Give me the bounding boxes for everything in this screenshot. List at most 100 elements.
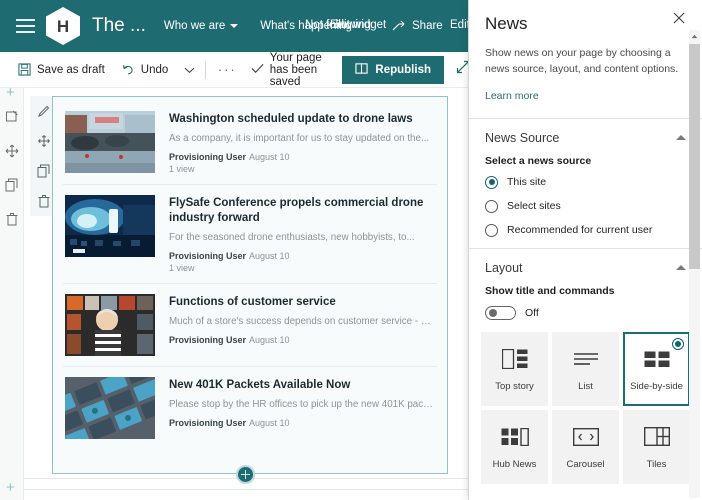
edit-widget-button[interactable]: Edit widget bbox=[330, 19, 386, 31]
share-icon bbox=[392, 20, 405, 31]
panel-scrollbar[interactable] bbox=[689, 30, 700, 498]
news-title[interactable]: Washington scheduled update to drone law… bbox=[169, 112, 435, 128]
top-story-icon bbox=[501, 346, 528, 372]
duplicate-section-icon[interactable] bbox=[5, 178, 19, 197]
news-thumbnail bbox=[65, 293, 155, 356]
news-body: New 401K Packets Available Now Please st… bbox=[169, 377, 435, 439]
republish-icon bbox=[355, 62, 369, 78]
overflow-menu-button[interactable]: ··· bbox=[218, 62, 237, 77]
panel-title: News bbox=[485, 14, 528, 33]
radio-icon-selected bbox=[485, 175, 498, 189]
undo-button[interactable]: Undo bbox=[121, 63, 169, 76]
check-icon bbox=[251, 63, 264, 77]
news-title[interactable]: FlySafe Conference propels commercial dr… bbox=[169, 196, 435, 227]
chevron-up-icon bbox=[676, 135, 686, 140]
carousel-icon bbox=[572, 424, 599, 450]
hamburger-icon[interactable] bbox=[8, 19, 42, 33]
edit-button[interactable]: Edit bbox=[450, 19, 470, 31]
side-by-side-icon bbox=[644, 346, 670, 372]
undo-icon bbox=[121, 63, 135, 76]
learn-more-link[interactable]: Learn more bbox=[485, 90, 539, 102]
move-webpart-icon[interactable] bbox=[37, 134, 51, 148]
scrollbar-thumb[interactable] bbox=[689, 44, 700, 269]
edit-section-icon[interactable] bbox=[5, 110, 19, 129]
radio-select-sites[interactable]: Select sites bbox=[469, 199, 702, 213]
news-views: 1 view bbox=[169, 262, 195, 273]
layout-option-side-by-side[interactable]: Side-by-side bbox=[623, 331, 690, 406]
news-thumbnail bbox=[65, 376, 155, 439]
nav-who-we-are[interactable]: Who we are bbox=[163, 20, 239, 32]
tiles-icon bbox=[643, 424, 670, 450]
news-body: Washington scheduled update to drone law… bbox=[169, 111, 435, 174]
list-item[interactable]: FlySafe Conference propels commercial dr… bbox=[63, 185, 437, 284]
close-icon[interactable] bbox=[670, 12, 688, 30]
layout-section-title: Layout bbox=[485, 260, 523, 275]
radio-icon-selected bbox=[672, 337, 684, 350]
news-source-section-header[interactable]: News Source bbox=[469, 119, 702, 155]
layout-option-list[interactable]: List bbox=[552, 331, 619, 406]
layout-option-list-label: List bbox=[578, 380, 593, 392]
nav-who-we-are-label: Who we are bbox=[163, 20, 226, 32]
news-meta: Provisioning User August 10 bbox=[169, 152, 435, 162]
news-webpart[interactable]: Washington scheduled update to drone law… bbox=[52, 96, 448, 474]
radio-recommended-label: Recommended for current user bbox=[507, 224, 653, 236]
news-author: Provisioning User bbox=[169, 334, 247, 345]
sharepoint-page-editor: H The ... Who we are What's happening No… bbox=[0, 0, 702, 500]
layout-option-tiles[interactable]: Tiles bbox=[623, 409, 690, 484]
delete-section-icon[interactable] bbox=[5, 212, 19, 231]
edit-widget-label: Edit widget bbox=[330, 19, 387, 31]
news-author: Provisioning User bbox=[169, 250, 247, 261]
news-meta: Provisioning User August 10 bbox=[169, 335, 435, 345]
news-list: Washington scheduled update to drone law… bbox=[53, 97, 447, 449]
news-source-section-title: News Source bbox=[485, 130, 560, 145]
news-meta: Provisioning User August 10 bbox=[169, 251, 435, 261]
share-button[interactable]: Share bbox=[392, 19, 443, 32]
site-title[interactable]: The ... bbox=[92, 15, 146, 37]
news-views: 1 view bbox=[169, 163, 195, 174]
layout-option-carousel-label: Carousel bbox=[566, 458, 605, 470]
news-description: Much of a store's success depends on cus… bbox=[169, 315, 435, 327]
show-title-toggle-row: Off bbox=[469, 305, 702, 320]
show-title-toggle[interactable] bbox=[485, 305, 516, 320]
delete-webpart-icon[interactable] bbox=[37, 194, 51, 208]
list-item[interactable]: New 401K Packets Available Now Please st… bbox=[63, 367, 437, 449]
layout-option-top-story[interactable]: Top story bbox=[481, 331, 548, 406]
undo-dropdown-button[interactable] bbox=[184, 66, 195, 74]
radio-icon bbox=[485, 223, 498, 237]
news-meta: Provisioning User August 10 bbox=[169, 418, 435, 428]
list-item[interactable]: Washington scheduled update to drone law… bbox=[63, 101, 437, 185]
list-icon bbox=[573, 346, 599, 372]
logo-letter: H bbox=[56, 16, 70, 36]
move-section-icon[interactable] bbox=[5, 144, 19, 163]
layout-option-top-story-label: Top story bbox=[495, 380, 534, 392]
layout-option-carousel[interactable]: Carousel bbox=[552, 409, 619, 484]
page-canvas: Washington scheduled update to drone law… bbox=[24, 88, 470, 500]
list-item[interactable]: Functions of customer service Much of a … bbox=[63, 284, 437, 367]
layout-options-grid: Top story List Side-by-side Hub News Car… bbox=[469, 331, 702, 484]
duplicate-webpart-icon[interactable] bbox=[37, 164, 51, 178]
news-author: Provisioning User bbox=[169, 151, 247, 162]
news-title[interactable]: Functions of customer service bbox=[169, 295, 435, 311]
news-property-panel: News Show news on your page by choosing … bbox=[468, 0, 702, 500]
radio-icon bbox=[485, 199, 498, 213]
undo-label: Undo bbox=[140, 63, 169, 76]
scroll-up-icon[interactable] bbox=[689, 30, 700, 43]
layout-option-hub-news[interactable]: Hub News bbox=[481, 409, 548, 484]
show-title-label: Show title and commands bbox=[485, 284, 615, 297]
news-title[interactable]: New 401K Packets Available Now bbox=[169, 378, 435, 394]
republish-button[interactable]: Republish bbox=[342, 55, 444, 84]
save-as-draft-button[interactable]: Save as draft bbox=[18, 63, 105, 76]
news-description: As a company, it is important for us to … bbox=[169, 132, 430, 144]
add-section-top-icon[interactable]: + bbox=[6, 84, 15, 101]
chevron-down-icon bbox=[230, 24, 239, 28]
radio-this-site[interactable]: This site bbox=[469, 175, 702, 189]
news-author: Provisioning User bbox=[169, 417, 247, 428]
radio-this-site-label: This site bbox=[507, 176, 547, 188]
edit-webpart-icon[interactable] bbox=[37, 104, 51, 118]
save-as-draft-label: Save as draft bbox=[37, 63, 105, 76]
site-logo[interactable]: H bbox=[46, 7, 80, 45]
add-section-bottom-icon[interactable]: + bbox=[6, 479, 15, 496]
radio-recommended[interactable]: Recommended for current user bbox=[469, 223, 702, 237]
layout-section-header[interactable]: Layout bbox=[469, 249, 702, 285]
add-section-button[interactable] bbox=[236, 465, 255, 484]
